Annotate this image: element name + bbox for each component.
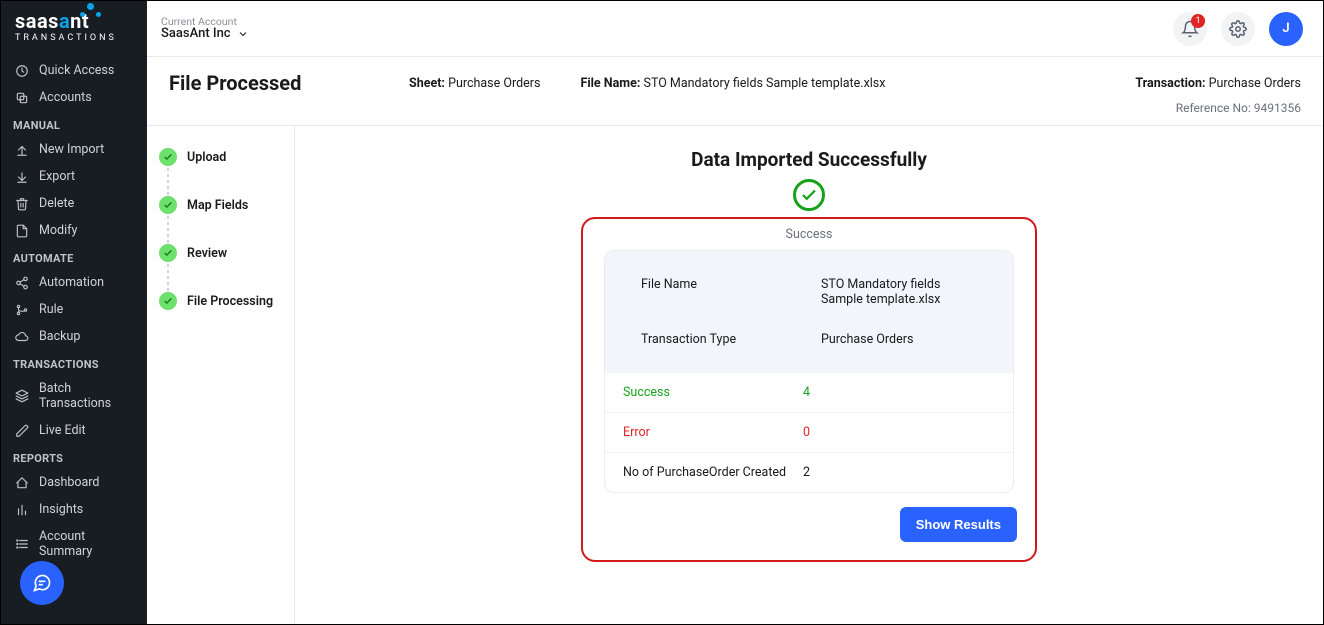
summary-error-key: Error xyxy=(623,425,803,440)
nav-item-quick-access[interactable]: Quick Access xyxy=(1,57,147,84)
reference-number: Reference No: 9491356 xyxy=(147,99,1323,125)
home-icon xyxy=(15,476,29,490)
nav-item-label: Automation xyxy=(39,275,104,290)
step-review: Review xyxy=(159,244,294,262)
summary-created-val: 2 xyxy=(803,465,995,480)
nav-item-delete[interactable]: Delete xyxy=(1,190,147,217)
summary-success-val: 4 xyxy=(803,385,995,400)
nav-item-backup[interactable]: Backup xyxy=(1,323,147,350)
account-name: SaasAnt Inc xyxy=(161,27,231,41)
summary-success-key: Success xyxy=(623,385,803,400)
summary-txn-key: Transaction Type xyxy=(641,332,821,347)
nav-section-reports: REPORTS xyxy=(1,444,147,469)
nav-item-label: Quick Access xyxy=(39,63,114,78)
list-icon xyxy=(15,537,29,551)
step-label: Map Fields xyxy=(187,198,248,213)
transaction-meta: Transaction: Purchase Orders xyxy=(1135,76,1301,91)
share-icon xyxy=(15,276,29,290)
topbar: Current Account SaasAnt Inc 1 J xyxy=(147,1,1323,57)
edit-icon xyxy=(15,424,29,438)
step-check-icon xyxy=(159,196,177,214)
nav-section-transactions: TRANSACTIONS xyxy=(1,350,147,375)
account-switcher[interactable]: Current Account SaasAnt Inc xyxy=(161,16,249,42)
nav-item-label: Batch Transactions xyxy=(39,381,133,411)
nav-item-label: New Import xyxy=(39,142,104,157)
step-file-processing: File Processing xyxy=(159,292,294,310)
show-results-button[interactable]: Show Results xyxy=(900,507,1017,542)
brand-subtitle: TRANSACTIONS xyxy=(15,33,139,43)
step-check-icon xyxy=(159,292,177,310)
nav-item-new-import[interactable]: New Import xyxy=(1,136,147,163)
nav-section-automate: AUTOMATE xyxy=(1,244,147,269)
result-panel: Data Imported Successfully Success File … xyxy=(295,126,1323,624)
file-icon xyxy=(15,224,29,238)
summary-filename-val: STO Mandatory fields Sample template.xls… xyxy=(821,277,977,307)
success-check-icon xyxy=(793,179,825,211)
summary-filename-key: File Name xyxy=(641,277,821,307)
nav-item-automation[interactable]: Automation xyxy=(1,269,147,296)
bars-icon xyxy=(15,503,29,517)
sheet-meta: Sheet: Purchase Orders xyxy=(409,76,540,91)
nav-item-label: Export xyxy=(39,169,75,184)
step-upload: Upload xyxy=(159,148,294,166)
page-header: File Processed Sheet: Purchase Orders Fi… xyxy=(147,57,1323,99)
copy-icon xyxy=(15,91,29,105)
nav-item-label: Delete xyxy=(39,196,74,211)
nav-item-label: Accounts xyxy=(39,90,92,105)
gear-icon xyxy=(1229,20,1247,38)
step-check-icon xyxy=(159,244,177,262)
user-avatar[interactable]: J xyxy=(1269,12,1303,46)
step-map-fields: Map Fields xyxy=(159,196,294,214)
branch-icon xyxy=(15,303,29,317)
main: Current Account SaasAnt Inc 1 J File Pro… xyxy=(147,1,1323,624)
filename-meta: File Name: STO Mandatory fields Sample t… xyxy=(580,76,885,91)
result-title: Data Imported Successfully xyxy=(691,148,927,171)
nav-item-label: Rule xyxy=(39,302,63,317)
nav-item-rule[interactable]: Rule xyxy=(1,296,147,323)
nav-item-insights[interactable]: Insights xyxy=(1,496,147,523)
cloud-icon xyxy=(15,330,29,344)
result-highlight-box: Success File NameSTO Mandatory fields Sa… xyxy=(581,217,1037,562)
download-icon xyxy=(15,170,29,184)
trash-icon xyxy=(15,197,29,211)
nav-item-batch-transactions[interactable]: Batch Transactions xyxy=(1,375,147,417)
nav-item-label: Insights xyxy=(39,502,83,517)
nav-item-live-edit[interactable]: Live Edit xyxy=(1,417,147,444)
brand-logo: saasant TRANSACTIONS xyxy=(1,1,147,57)
nav-item-export[interactable]: Export xyxy=(1,163,147,190)
nav-item-account-summary[interactable]: Account Summary xyxy=(1,523,147,565)
nav-item-label: Backup xyxy=(39,329,80,344)
nav-item-accounts[interactable]: Accounts xyxy=(1,84,147,111)
summary-txn-val: Purchase Orders xyxy=(821,332,977,347)
chevron-down-icon xyxy=(237,28,249,40)
notifications-button[interactable]: 1 xyxy=(1173,12,1207,46)
step-check-icon xyxy=(159,148,177,166)
nav-item-dashboard[interactable]: Dashboard xyxy=(1,469,147,496)
summary-error-val: 0 xyxy=(803,425,995,440)
nav-item-label: Live Edit xyxy=(39,423,86,438)
nav-item-label: Account Summary xyxy=(39,529,133,559)
clock-icon xyxy=(15,64,29,78)
upload-icon xyxy=(15,143,29,157)
nav-item-label: Dashboard xyxy=(39,475,99,490)
step-label: File Processing xyxy=(187,294,273,309)
summary-created-key: No of PurchaseOrder Created xyxy=(623,465,803,480)
layers-icon xyxy=(15,389,29,403)
settings-button[interactable] xyxy=(1221,12,1255,46)
page-title: File Processed xyxy=(169,71,369,95)
sidebar: saasant TRANSACTIONS Quick Access Account… xyxy=(1,1,147,624)
nav-section-manual: MANUAL xyxy=(1,111,147,136)
status-label: Success xyxy=(786,227,833,242)
chat-fab[interactable] xyxy=(20,561,64,605)
step-label: Upload xyxy=(187,150,226,165)
summary-card: File NameSTO Mandatory fields Sample tem… xyxy=(604,250,1014,493)
notification-badge: 1 xyxy=(1191,14,1205,28)
nav-item-modify[interactable]: Modify xyxy=(1,217,147,244)
import-steps: Upload Map Fields Review File Processing xyxy=(147,126,295,624)
nav-item-label: Modify xyxy=(39,223,77,238)
step-label: Review xyxy=(187,246,227,261)
